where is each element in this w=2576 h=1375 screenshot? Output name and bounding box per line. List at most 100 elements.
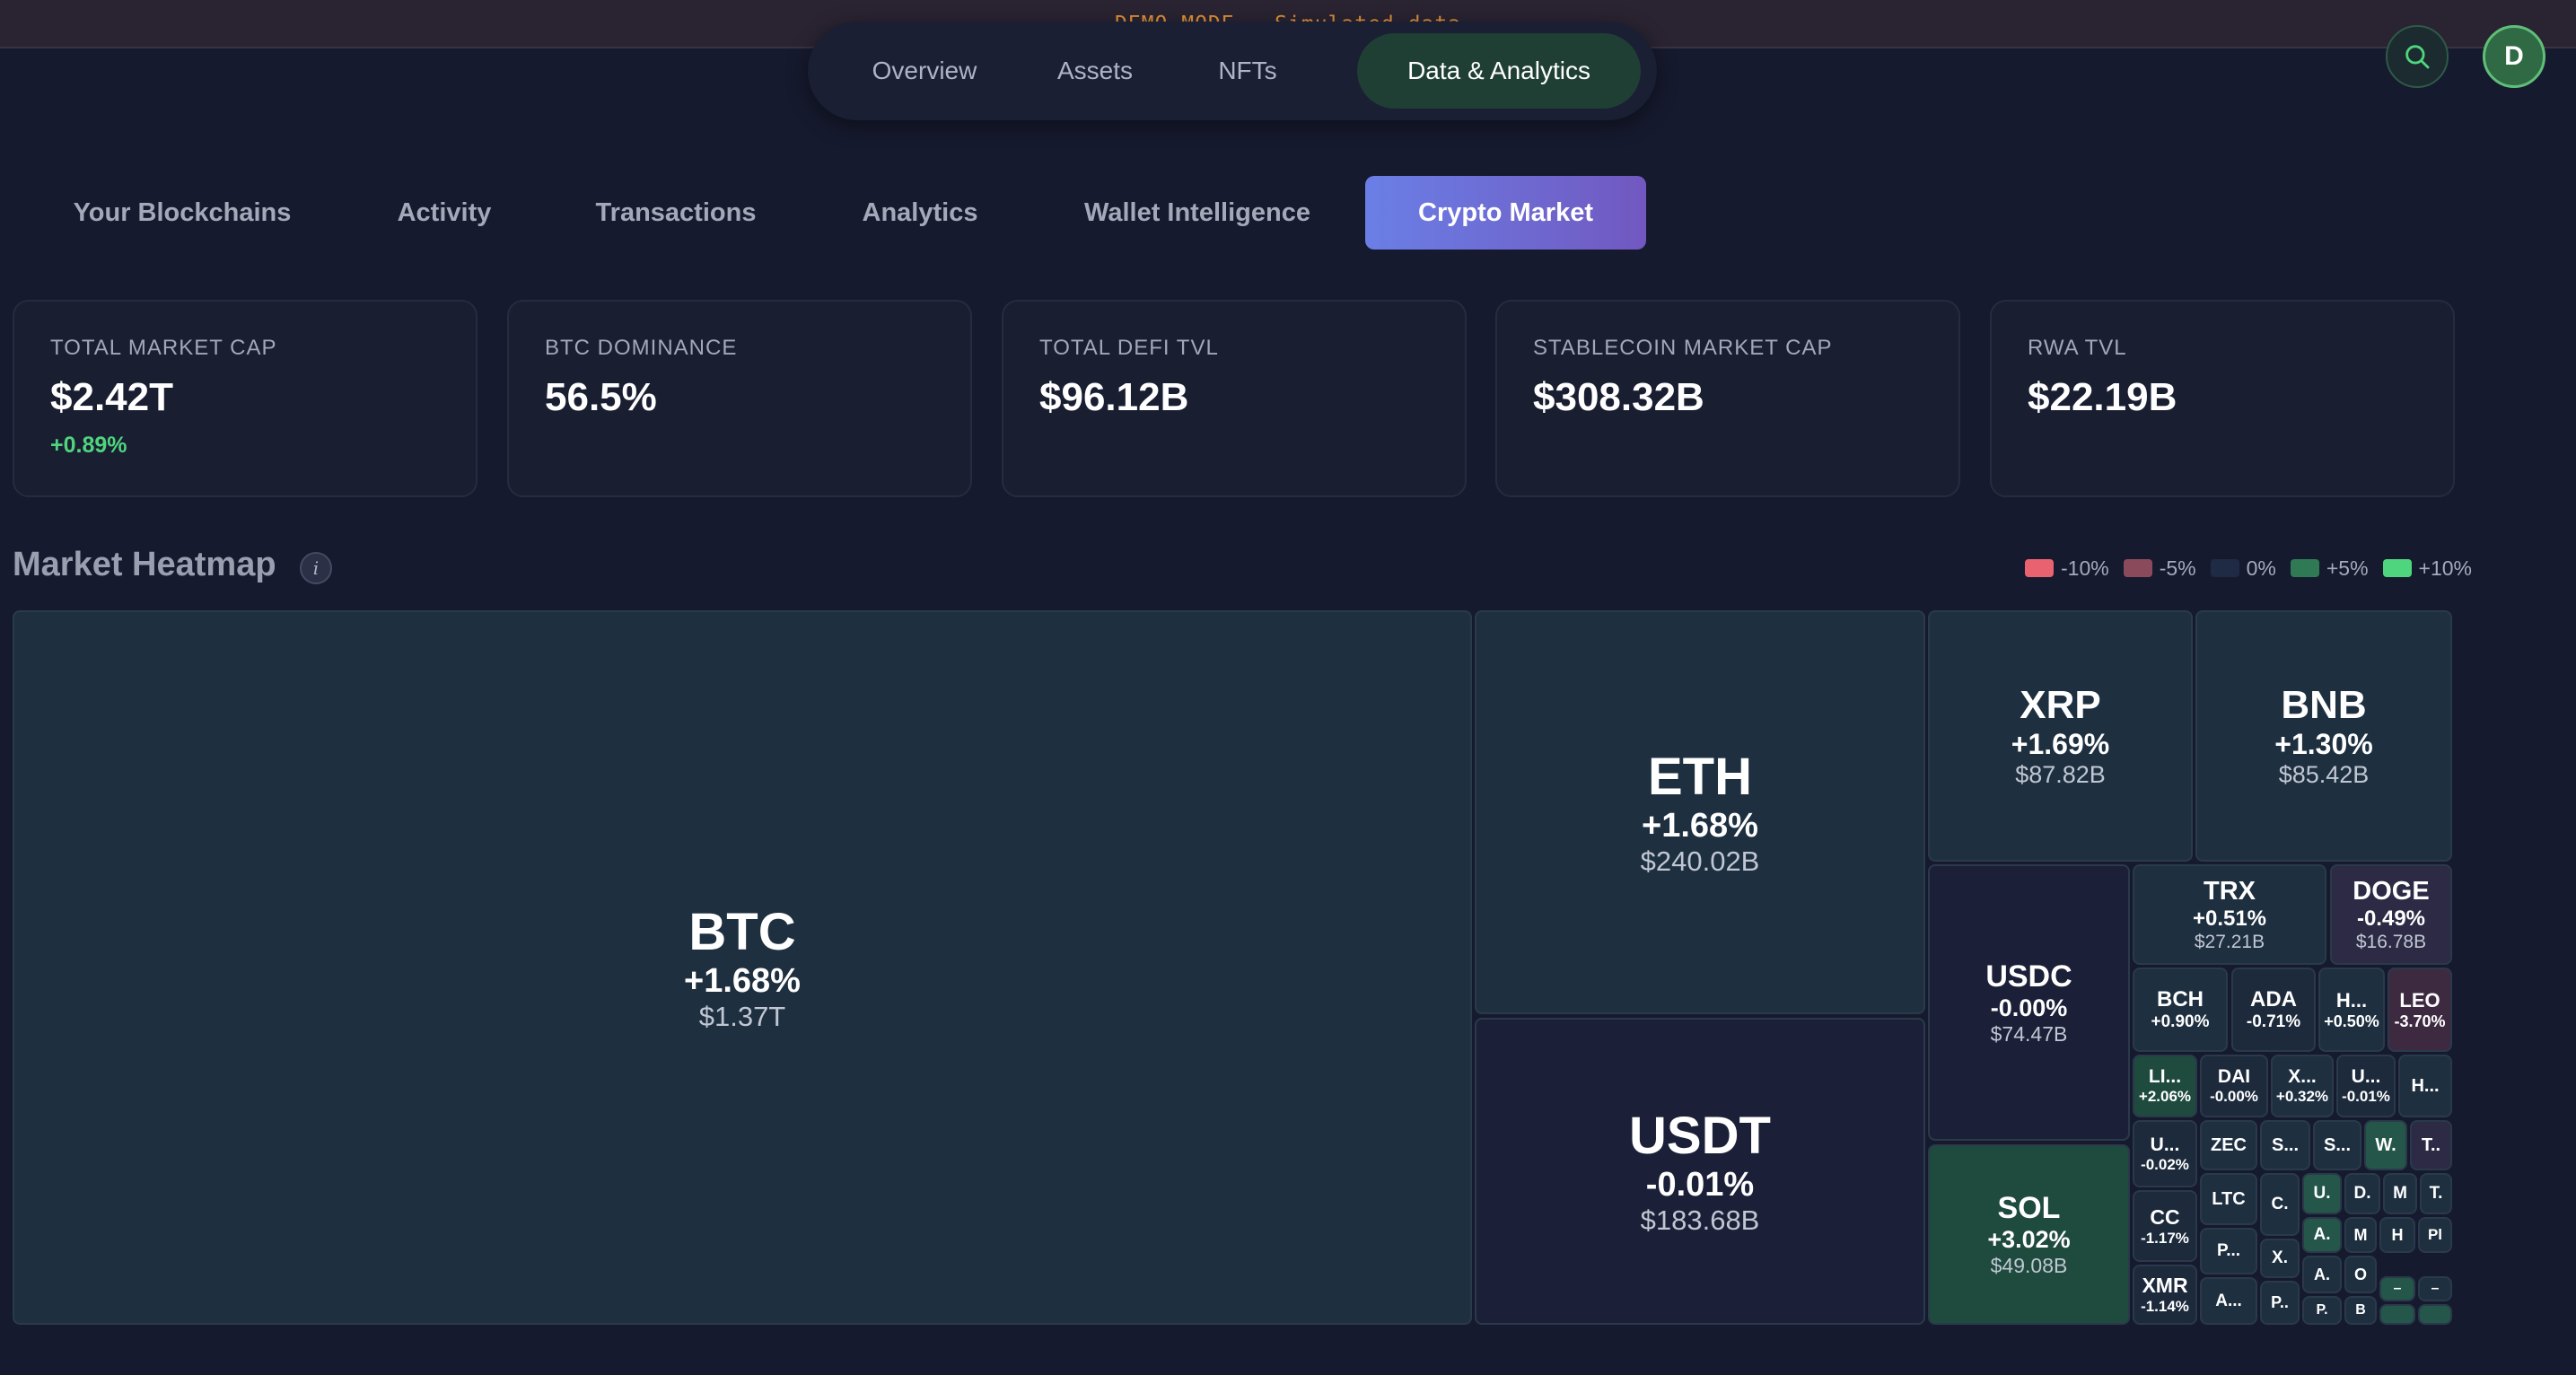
heatmap-tile-ada[interactable]: ADA -0.71% [2231, 968, 2316, 1052]
heatmap-tile-dash2[interactable]: – [2418, 1276, 2452, 1301]
heatmap-tile-cc[interactable]: CC -1.17% [2133, 1190, 2197, 1262]
tile-symbol: DAI [2217, 1066, 2251, 1087]
tab-your-blockchains[interactable]: Your Blockchains [39, 176, 325, 250]
heatmap-tile-p2[interactable]: P.. [2260, 1281, 2300, 1325]
stat-value: $308.32B [1533, 375, 1704, 419]
heatmap-tile-btc[interactable]: BTC +1.68% $1.37T [13, 610, 1472, 1325]
tile-cap: $49.08B [1990, 1254, 2068, 1277]
search-button[interactable] [2386, 25, 2449, 88]
tile-symbol: W. [2375, 1134, 2396, 1155]
heatmap-tile-t2[interactable]: T. [2420, 1173, 2452, 1214]
heatmap-tile-small1[interactable] [2379, 1304, 2415, 1325]
heatmap-tile-xmr[interactable]: XMR -1.14% [2133, 1265, 2197, 1325]
heatmap-tile-a[interactable]: A. [2302, 1217, 2342, 1253]
user-avatar[interactable]: D [2483, 25, 2545, 88]
tile-cap: $74.47B [1990, 1021, 2068, 1046]
heatmap-tile-usdc[interactable]: USDC -0.00% $74.47B [1928, 864, 2130, 1141]
tile-symbol: S... [2271, 1134, 2299, 1155]
heatmap-tile-b[interactable]: B [2344, 1296, 2377, 1325]
heatmap-tile-u3[interactable]: U. [2302, 1173, 2342, 1214]
tile-symbol: A. [2313, 1225, 2331, 1244]
heatmap-tile-doge[interactable]: DOGE -0.49% $16.78B [2330, 864, 2452, 965]
tile-symbol: P.. [2271, 1293, 2289, 1311]
tab-crypto-market[interactable]: Crypto Market [1365, 176, 1646, 250]
tab-transactions[interactable]: Transactions [564, 176, 788, 250]
heatmap-tile-leo[interactable]: LEO -3.70% [2388, 968, 2452, 1052]
main-nav-assets[interactable]: Assets [1023, 33, 1167, 109]
tile-cap: $1.37T [698, 1001, 786, 1032]
stat-value: $96.12B [1039, 375, 1189, 419]
heatmap-tile-sol[interactable]: SOL +3.02% $49.08B [1928, 1144, 2130, 1325]
heatmap-tile-h2[interactable]: H... [2398, 1055, 2452, 1117]
tile-symbol: X. [2272, 1248, 2288, 1267]
heatmap-tile-c[interactable]: C. [2260, 1173, 2300, 1236]
heatmap-tile-small2[interactable] [2418, 1304, 2452, 1325]
heatmap-tile-dash1[interactable]: – [2379, 1276, 2415, 1301]
heatmap-tile-w[interactable]: W. [2364, 1120, 2407, 1170]
stat-card-total-defi-tvl: TOTAL DEFI TVL $96.12B [1002, 300, 1467, 497]
tab-analytics[interactable]: Analytics [826, 176, 1014, 250]
tile-symbol: S... [2323, 1134, 2351, 1155]
heatmap-tile-p3[interactable]: P. [2302, 1296, 2342, 1325]
heatmap-tile-a2[interactable]: A... [2200, 1277, 2257, 1325]
tab-wallet-intelligence[interactable]: Wallet Intelligence [1056, 176, 1339, 250]
stat-label: BTC DOMINANCE [545, 336, 738, 360]
tile-symbol: X... [2288, 1066, 2317, 1087]
heatmap-tile-o[interactable]: O [2344, 1256, 2377, 1293]
heatmap-tile-x2[interactable]: X. [2260, 1239, 2300, 1278]
heatmap-tile-h3[interactable]: H [2379, 1217, 2415, 1253]
tile-change: +0.90% [2151, 1012, 2210, 1031]
tile-symbol: U... [2150, 1134, 2180, 1155]
tile-cap: $85.42B [2278, 761, 2370, 788]
heatmap-tile-m[interactable]: M [2383, 1173, 2417, 1214]
heatmap-tile-x[interactable]: X... +0.32% [2271, 1055, 2334, 1117]
tile-cap: $27.21B [2194, 931, 2265, 952]
heatmap-tile-t[interactable]: T.. [2410, 1120, 2452, 1170]
tile-symbol: P. [2316, 1302, 2328, 1318]
heatmap-tile-d[interactable]: D. [2344, 1173, 2380, 1214]
heatmap-tile-u[interactable]: U... -0.01% [2336, 1055, 2396, 1117]
tile-symbol: – [2431, 1281, 2440, 1296]
tile-symbol: CC [2150, 1204, 2180, 1229]
tile-symbol: TRX [2204, 876, 2256, 906]
heatmap-tile-bnb[interactable]: BNB +1.30% $85.42B [2195, 610, 2452, 862]
heatmap-tile-s2[interactable]: S... [2313, 1120, 2361, 1170]
stat-value: $22.19B [2028, 375, 2177, 419]
main-nav-overview[interactable]: Overview [844, 33, 1005, 109]
heatmap-tile-m2[interactable]: M [2344, 1217, 2377, 1253]
legend-item: -5% [2123, 556, 2196, 581]
heatmap-tile-s[interactable]: S... [2260, 1120, 2310, 1170]
heatmap-tile-zec[interactable]: ZEC [2200, 1120, 2257, 1170]
tile-change: +1.68% [684, 962, 801, 1000]
tile-change: -0.01% [2342, 1088, 2390, 1105]
heatmap-tile-trx[interactable]: TRX +0.51% $27.21B [2133, 864, 2326, 965]
heatmap-tile-usdt[interactable]: USDT -0.01% $183.68B [1475, 1018, 1925, 1325]
heatmap-tile-li[interactable]: LI... +2.06% [2133, 1055, 2197, 1117]
info-icon[interactable]: i [300, 552, 332, 584]
tile-change: -0.00% [2210, 1088, 2258, 1105]
heatmap-tile-bch[interactable]: BCH +0.90% [2133, 968, 2228, 1052]
tile-change: +0.51% [2192, 906, 2267, 931]
heatmap-tile-pl[interactable]: Pl [2418, 1217, 2452, 1253]
tile-symbol: M [2393, 1184, 2407, 1203]
heatmap-tile-ltc[interactable]: LTC [2200, 1173, 2257, 1225]
tile-symbol: B [2355, 1302, 2366, 1318]
heatmap-tile-a3[interactable]: A. [2302, 1256, 2342, 1293]
heatmap-tile-dai[interactable]: DAI -0.00% [2200, 1055, 2268, 1117]
tile-symbol: H [2391, 1225, 2404, 1244]
tab-activity[interactable]: Activity [368, 176, 521, 250]
tile-symbol: U... [2351, 1066, 2381, 1087]
legend-label: 0% [2246, 556, 2276, 580]
heatmap-tile-eth[interactable]: ETH +1.68% $240.02B [1475, 610, 1925, 1014]
legend-item: +5% [2290, 556, 2369, 581]
stat-value: $2.42T [50, 375, 173, 419]
tile-cap: $16.78B [2355, 931, 2427, 952]
heatmap-tile-u2[interactable]: U... -0.02% [2133, 1120, 2197, 1187]
main-nav-nfts[interactable]: NFTs [1185, 33, 1310, 109]
heatmap-tile-xrp[interactable]: XRP +1.69% $87.82B [1928, 610, 2193, 862]
heatmap-tile-h[interactable]: H... +0.50% [2318, 968, 2385, 1052]
heatmap-tile-p[interactable]: P... [2200, 1228, 2257, 1274]
tile-change: +1.69% [2011, 728, 2110, 760]
main-nav-data-analytics[interactable]: Data & Analytics [1357, 33, 1641, 109]
search-icon [2405, 45, 2430, 69]
